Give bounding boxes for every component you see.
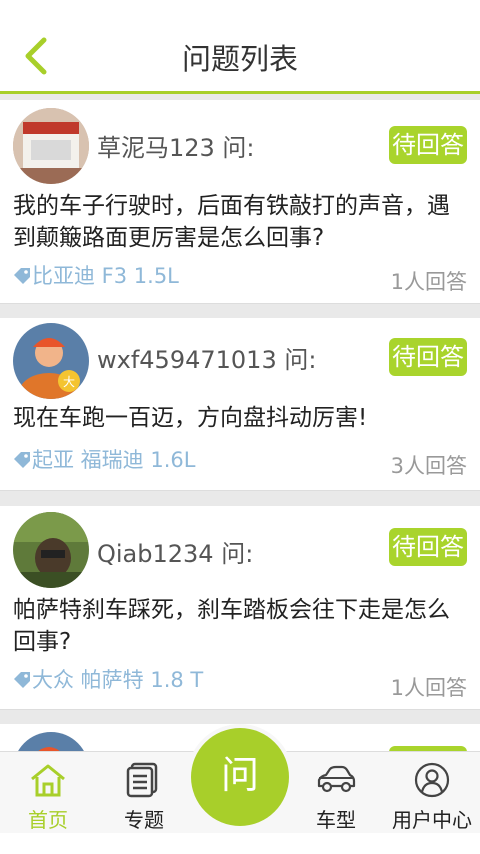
tag-icon	[14, 268, 30, 284]
car-icon	[317, 765, 356, 793]
user-icon	[414, 762, 450, 798]
ask-question-button[interactable]: 问	[191, 728, 289, 826]
car-model-tag[interactable]: 大众 帕萨特 1.8 T	[13, 664, 203, 694]
tab-models-label: 车型	[316, 808, 356, 832]
status-badge: 待回答	[389, 528, 467, 566]
page-title: 问题列表	[181, 42, 298, 76]
car-model-label: 比亚迪 F3 1.5L	[32, 264, 179, 288]
tab-user-center-label: 用户中心	[392, 808, 472, 832]
tab-topics[interactable]: 专题	[96, 752, 192, 834]
tag-icon	[14, 672, 30, 688]
avatar[interactable]	[13, 108, 89, 184]
username: 草泥马123 问:	[97, 134, 255, 162]
question-text[interactable]: 帕萨特刹车踩死，刹车踏板会往下走是怎么回事?	[13, 594, 471, 658]
question-text[interactable]: 我的车子行驶时，后面有铁敲打的声音，遇到颠簸路面更厉害是怎么回事?	[13, 190, 471, 254]
tab-home-label: 首页	[28, 808, 68, 832]
tab-models[interactable]: 车型	[288, 752, 384, 834]
answer-count: 3人回答	[390, 454, 467, 478]
question-text[interactable]: 现在车跑一百迈，方向盘抖动厉害!	[13, 402, 471, 434]
status-badge: 待回答	[389, 126, 467, 164]
question-list[interactable]: 草泥马123 问: 待回答 我的车子行驶时，后面有铁敲打的声音，遇到颠簸路面更厉…	[0, 94, 480, 754]
tab-home[interactable]: 首页	[0, 752, 96, 834]
avatar[interactable]: 大	[13, 323, 89, 399]
question-card[interactable]: 草泥马123 问: 待回答 我的车子行驶时，后面有铁敲打的声音，遇到颠簸路面更厉…	[0, 100, 480, 304]
tab-topics-label: 专题	[124, 808, 164, 832]
tab-user-center[interactable]: 用户中心	[384, 752, 480, 834]
username: Qiab1234 问:	[97, 540, 254, 568]
answer-count: 1人回答	[390, 270, 467, 294]
question-card[interactable]: Qiab1234 问: 待回答 帕萨特刹车踩死，刹车踏板会往下走是怎么回事? 大…	[0, 506, 480, 710]
home-icon	[31, 764, 65, 797]
header: 问题列表	[0, 0, 480, 94]
car-model-tag[interactable]: 比亚迪 F3 1.5L	[13, 260, 179, 290]
avatar[interactable]	[13, 512, 89, 588]
username: wxf459471013 问:	[97, 346, 317, 374]
bottom-strip	[0, 833, 480, 854]
answer-count: 1人回答	[390, 676, 467, 700]
svg-text:大: 大	[63, 375, 75, 389]
question-card[interactable]: 大 wxf459471013 问: 待回答 现在车跑一百迈，方向盘抖动厉害! 起…	[0, 318, 480, 491]
tag-icon	[14, 452, 30, 468]
car-model-label: 起亚 福瑞迪 1.6L	[32, 448, 196, 472]
document-icon	[126, 762, 158, 798]
car-model-tag[interactable]: 起亚 福瑞迪 1.6L	[13, 444, 195, 474]
car-model-label: 大众 帕萨特 1.8 T	[32, 668, 204, 692]
status-badge: 待回答	[389, 338, 467, 376]
